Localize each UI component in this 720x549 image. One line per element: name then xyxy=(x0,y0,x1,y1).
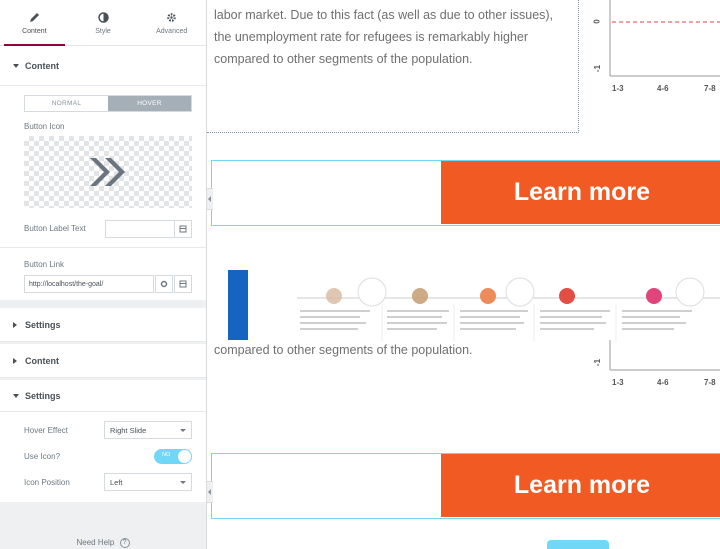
paragraph-top: labor market. Due to this fact (as well … xyxy=(214,4,553,70)
x-tick-label: 7-8 xyxy=(704,84,716,93)
x-tick-label: 4-6 xyxy=(657,84,669,93)
double-chevron-right-icon xyxy=(90,158,125,186)
icon-position-value: Left xyxy=(110,477,123,487)
dynamic-tags-button[interactable] xyxy=(174,220,192,238)
use-icon-label: Use Icon? xyxy=(24,452,61,461)
gear-icon xyxy=(160,280,168,288)
need-help-text: Need Help xyxy=(76,538,115,548)
panel-tabs: Content Style Advanced xyxy=(0,0,206,46)
normal-state-button[interactable]: NORMAL xyxy=(25,96,108,111)
content-section-header[interactable]: Content xyxy=(0,46,206,86)
y-tick-label: 0 xyxy=(592,19,602,24)
widget-collapse-handle[interactable] xyxy=(207,481,213,503)
y-tick-label: -1 xyxy=(593,64,603,73)
chevron-down-icon xyxy=(180,429,186,432)
icon-position-select[interactable]: Left xyxy=(104,473,192,491)
learn-more-button[interactable]: Learn more xyxy=(441,161,720,224)
hover-state-button[interactable]: HOVER xyxy=(108,96,191,111)
tab-advanced[interactable]: Advanced xyxy=(137,0,206,45)
button-icon-label: Button Icon xyxy=(24,122,65,131)
collapse-caret-icon xyxy=(13,64,19,68)
hover-effect-select[interactable]: Right Slide xyxy=(104,421,192,439)
content-section-title-2: Content xyxy=(25,355,59,366)
x-tick-label: 7-8 xyxy=(704,378,716,387)
use-icon-toggle[interactable]: NO xyxy=(154,449,192,464)
hover-effect-value: Right Slide xyxy=(110,425,147,435)
button-widget-1: Learn more xyxy=(207,160,720,226)
widget-collapse-handle[interactable] xyxy=(207,188,213,210)
x-tick-label: 4-6 xyxy=(657,378,669,387)
toggle-knob xyxy=(178,450,191,463)
expand-caret-icon xyxy=(13,358,17,364)
x-tick-label: 1-3 xyxy=(612,84,624,93)
link-options-button[interactable] xyxy=(155,275,173,293)
gear-icon xyxy=(165,10,179,24)
tab-content-label: Content xyxy=(22,28,47,35)
learn-more-button[interactable]: Learn more xyxy=(441,454,720,517)
paragraph-line: labor market. Due to this fact (as well … xyxy=(214,8,554,22)
settings-section-title-2: Settings xyxy=(25,390,61,401)
settings-section-title-1: Settings xyxy=(25,319,61,330)
section-toolbar[interactable] xyxy=(547,540,609,549)
pencil-icon xyxy=(27,10,41,24)
button-label-text-label: Button Label Text xyxy=(24,224,86,233)
paragraph-line: the unemployment rate for refugees is re… xyxy=(214,30,529,44)
settings-section-header-2[interactable]: Settings xyxy=(0,380,206,412)
button-link-input[interactable]: http://localhost/the-goal/ xyxy=(24,275,154,293)
divider xyxy=(0,247,206,248)
icon-position-label: Icon Position xyxy=(24,478,70,487)
content-section-title: Content xyxy=(25,60,59,71)
tab-content[interactable]: Content xyxy=(0,0,69,46)
button-link-label: Button Link xyxy=(24,260,65,269)
button-label-text-input[interactable] xyxy=(105,220,175,238)
button-widget-2: Learn more xyxy=(207,453,720,519)
y-tick-label: -1 xyxy=(593,358,603,367)
x-tick-label: 1-3 xyxy=(612,378,624,387)
paragraph-mid: compared to other segments of the popula… xyxy=(214,343,473,357)
icon-picker[interactable] xyxy=(24,136,192,208)
infographic-image xyxy=(222,266,720,342)
paragraph-line: compared to other segments of the popula… xyxy=(214,52,473,66)
tab-style-label: Style xyxy=(95,28,111,35)
chevron-down-icon xyxy=(180,481,186,484)
contrast-icon xyxy=(96,10,110,24)
preview-canvas: labor market. Due to this fact (as well … xyxy=(207,0,720,549)
collapse-caret-icon xyxy=(13,394,19,398)
state-switch: NORMAL HOVER xyxy=(24,95,192,112)
link-dynamic-tags-button[interactable] xyxy=(174,275,192,293)
database-icon xyxy=(179,280,187,288)
content-section-header-2[interactable]: Content xyxy=(0,344,206,378)
help-circle-icon: ? xyxy=(119,538,130,548)
chart-top: 0 -1 1-3 4-6 7-8 xyxy=(592,0,720,100)
tab-advanced-label: Advanced xyxy=(156,28,188,35)
tab-style[interactable]: Style xyxy=(69,0,138,45)
chart-bottom: -1 1-3 4-6 7-8 xyxy=(592,340,720,400)
use-icon-toggle-text: NO xyxy=(162,452,171,458)
expand-caret-icon xyxy=(13,322,17,328)
need-help-link[interactable]: Need Help ? xyxy=(0,538,206,548)
hover-effect-label: Hover Effect xyxy=(24,426,68,435)
database-icon xyxy=(179,225,187,233)
settings-section-header-1[interactable]: Settings xyxy=(0,308,206,342)
editor-panel: Content Style Advanced Content NORMAL HO… xyxy=(0,0,207,549)
